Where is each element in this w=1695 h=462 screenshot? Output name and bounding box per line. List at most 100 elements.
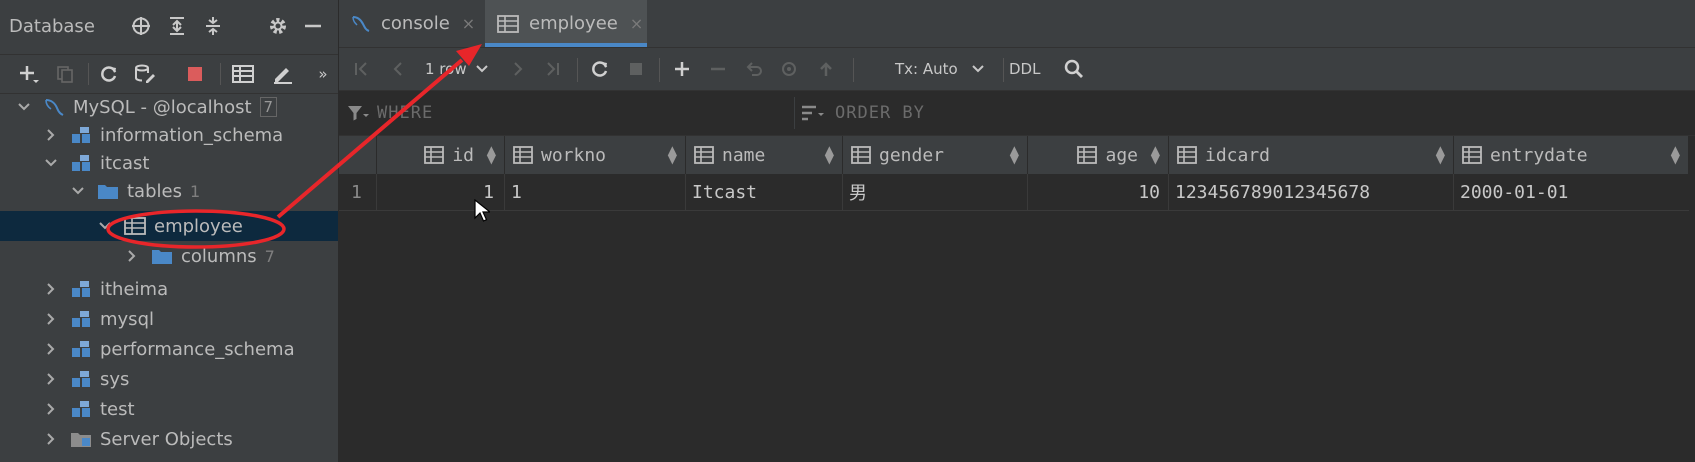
column-header-workno[interactable]: workno ▲ ▼ — [505, 136, 686, 174]
add-icon[interactable] — [16, 61, 42, 87]
minimize-icon[interactable] — [300, 13, 326, 39]
chevron-right-icon[interactable] — [125, 249, 139, 263]
column-header-label: age — [1105, 144, 1138, 166]
cell-entrydate[interactable]: 2000-01-01 — [1454, 174, 1689, 210]
tree-item-label: mysql — [100, 308, 154, 330]
schema-edit-icon[interactable] — [132, 61, 158, 87]
tree-item-mysql-connection[interactable]: MySQL - @localhost 7 — [0, 92, 338, 122]
column-header-gender[interactable]: gender ▲ ▼ — [843, 136, 1028, 174]
chevron-right-icon[interactable] — [44, 432, 58, 446]
chevron-down-icon[interactable] — [98, 219, 112, 233]
copy-icon[interactable] — [52, 61, 78, 87]
transaction-mode-dropdown[interactable]: Tx: Auto — [895, 60, 958, 78]
add-row-icon[interactable] — [669, 56, 695, 82]
submit-icon[interactable] — [813, 56, 839, 82]
delete-row-icon[interactable] — [705, 56, 731, 82]
refresh-icon[interactable] — [96, 61, 122, 87]
chevron-down-icon[interactable] — [44, 156, 58, 170]
schema-icon — [70, 309, 92, 329]
column-header-entrydate[interactable]: entrydate ▲ ▼ — [1454, 136, 1689, 174]
tree-item-tables[interactable]: tables 1 — [0, 176, 338, 206]
close-icon[interactable]: × — [462, 14, 475, 33]
table-icon — [497, 14, 519, 34]
table-row[interactable]: 1 1 1 Itcast 男 10 123456789012345678 200… — [339, 174, 1689, 211]
separator — [659, 58, 660, 82]
sort-arrows-icon[interactable]: ▲ ▼ — [1151, 144, 1160, 165]
next-page-icon[interactable] — [505, 56, 531, 82]
schema-icon — [70, 399, 92, 419]
filter-bar: WHERE ORDER BY — [339, 91, 1695, 136]
cell-idcard[interactable]: 123456789012345678 — [1169, 174, 1454, 210]
stop-icon[interactable] — [623, 56, 649, 82]
tab-label: employee — [529, 13, 618, 34]
sort-arrows-icon[interactable]: ▲ ▼ — [1010, 144, 1019, 165]
table-icon[interactable] — [230, 61, 256, 87]
rows-count-dropdown[interactable]: 1 row — [425, 60, 467, 78]
chevron-right-icon[interactable] — [44, 342, 58, 356]
chevron-right-icon[interactable] — [44, 402, 58, 416]
tree-item-mysql[interactable]: mysql — [0, 304, 338, 334]
chevron-down-icon[interactable] — [965, 56, 991, 82]
row-number: 1 — [339, 174, 377, 210]
stop-icon[interactable] — [182, 61, 208, 87]
revert-icon[interactable] — [741, 56, 767, 82]
search-icon[interactable] — [1061, 56, 1087, 82]
collapse-all-icon[interactable] — [200, 13, 226, 39]
column-header-id[interactable]: id ▲ ▼ — [377, 136, 505, 174]
table-icon — [124, 216, 146, 236]
gear-icon[interactable] — [265, 13, 291, 39]
edit-icon[interactable] — [270, 61, 296, 87]
chevron-right-icon[interactable] — [44, 372, 58, 386]
refresh-icon[interactable] — [587, 56, 613, 82]
tree-item-performance-schema[interactable]: performance_schema — [0, 334, 338, 364]
previous-page-icon[interactable] — [385, 56, 411, 82]
more-icon[interactable]: » — [310, 61, 336, 87]
sort-arrows-icon[interactable]: ▲ ▼ — [668, 144, 677, 165]
last-page-icon[interactable] — [539, 56, 565, 82]
target-icon[interactable] — [128, 13, 154, 39]
chevron-down-icon[interactable] — [17, 100, 31, 114]
cell-gender[interactable]: 男 — [843, 174, 1028, 210]
sort-arrows-icon[interactable]: ▲ ▼ — [825, 144, 834, 165]
tree-item-test[interactable]: test — [0, 394, 338, 424]
first-page-icon[interactable] — [349, 56, 375, 82]
tree-item-label: tables — [127, 180, 182, 202]
chevron-right-icon[interactable] — [44, 312, 58, 326]
tree-item-itcast[interactable]: itcast — [0, 148, 338, 178]
column-header-label: name — [722, 144, 766, 166]
grid-toolbar: 1 row Tx: Auto DDL — [339, 48, 1695, 91]
ddl-button[interactable]: DDL — [1009, 60, 1040, 78]
chevron-right-icon[interactable] — [44, 128, 58, 142]
chevron-down-icon[interactable] — [71, 184, 85, 198]
tree-item-information-schema[interactable]: information_schema — [0, 120, 338, 150]
tree-item-sys[interactable]: sys — [0, 364, 338, 394]
sort-arrows-icon[interactable]: ▲ ▼ — [1671, 144, 1680, 165]
close-icon[interactable]: × — [630, 14, 643, 33]
tree-item-employee[interactable]: employee — [0, 211, 338, 241]
grid-header: id ▲ ▼ workno ▲ ▼ name ▲ ▼ gender ▲ ▼ age — [339, 136, 1689, 174]
tab-console[interactable]: console × — [351, 0, 479, 47]
tab-employee[interactable]: employee × — [485, 0, 647, 47]
sort-arrows-icon[interactable]: ▲ ▼ — [1436, 144, 1445, 165]
preview-changes-icon[interactable] — [777, 56, 803, 82]
column-header-idcard[interactable]: idcard ▲ ▼ — [1169, 136, 1454, 174]
chevron-down-icon[interactable] — [469, 56, 495, 82]
tree-item-server-objects[interactable]: Server Objects — [0, 424, 338, 454]
tree-item-label: information_schema — [100, 124, 284, 146]
column-header-name[interactable]: name ▲ ▼ — [686, 136, 843, 174]
chevron-right-icon[interactable] — [44, 282, 58, 296]
panel-title: Database — [9, 16, 95, 37]
cell-name[interactable]: Itcast — [686, 174, 843, 210]
where-filter-input[interactable]: WHERE — [377, 103, 433, 123]
tree-item-columns[interactable]: columns 7 — [0, 241, 338, 271]
cell-age[interactable]: 10 — [1028, 174, 1169, 210]
column-header-label: entrydate — [1490, 144, 1588, 166]
column-header-age[interactable]: age ▲ ▼ — [1028, 136, 1169, 174]
cell-workno[interactable]: 1 — [505, 174, 686, 210]
sort-arrows-icon[interactable]: ▲ ▼ — [487, 144, 496, 165]
expand-all-icon[interactable] — [164, 13, 190, 39]
schema-icon — [70, 339, 92, 359]
column-header-label: id — [452, 144, 474, 166]
order-by-input[interactable]: ORDER BY — [835, 103, 925, 123]
tree-item-itheima[interactable]: itheima — [0, 274, 338, 304]
